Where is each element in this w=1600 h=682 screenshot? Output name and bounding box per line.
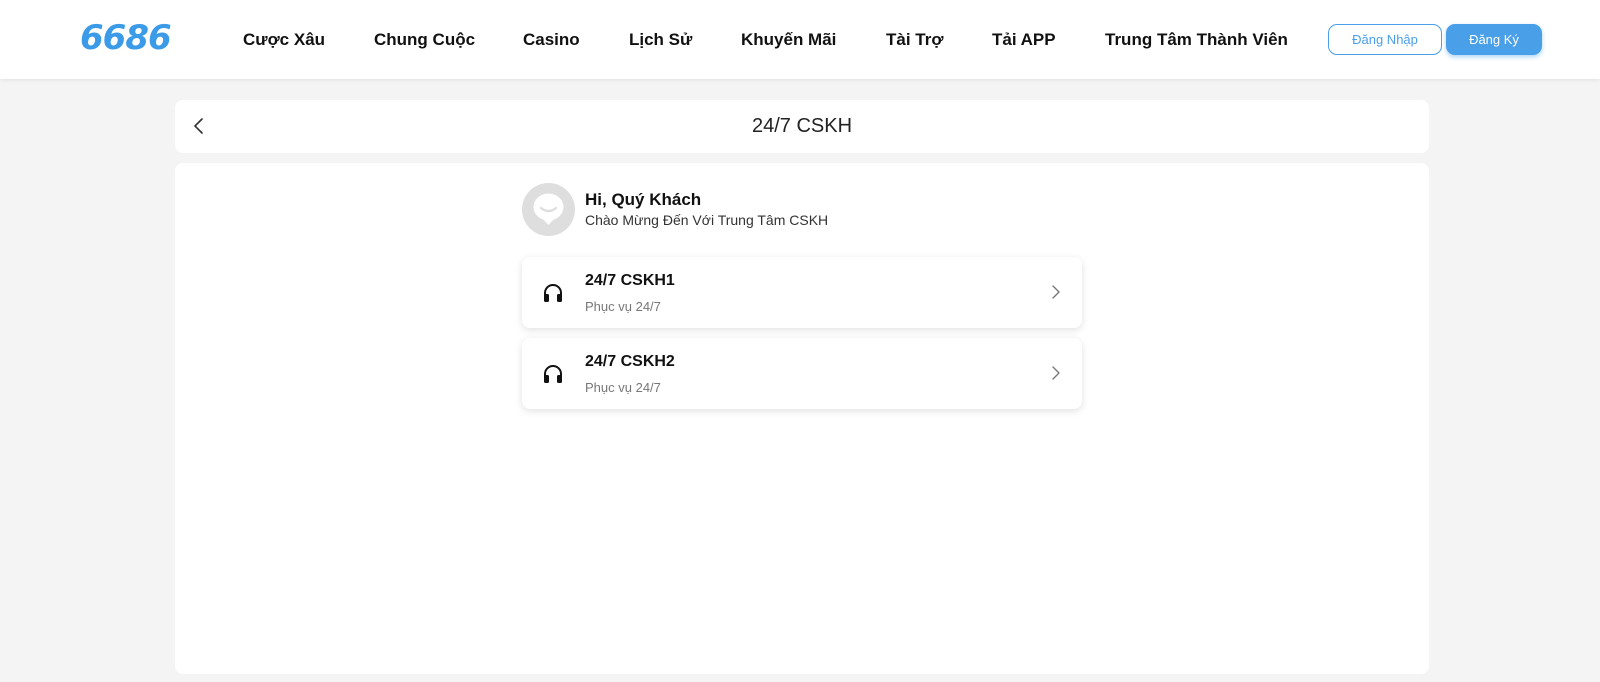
chevron-right-icon [1046,282,1066,302]
greeting-block: Hi, Quý Khách Chào Mừng Đến Với Trung Tâ… [522,183,1082,237]
nav-item-tai-tro[interactable]: Tài Trợ [886,29,943,51]
top-header: 6686 Cược Xâu Chung Cuộc Casino Lịch Sử … [0,0,1600,79]
service-name: 24/7 CSKH2 [585,353,675,370]
support-panel: Hi, Quý Khách Chào Mừng Đến Với Trung Tâ… [175,163,1429,674]
nav-item-khuyen-mai[interactable]: Khuyến Mãi [741,29,836,51]
login-button[interactable]: Đăng Nhập [1328,24,1442,55]
chat-bubble-icon [533,193,564,225]
page-title-bar: 24/7 CSKH [175,100,1429,153]
nav-item-cuoc-xau[interactable]: Cược Xâu [243,29,325,51]
service-name: 24/7 CSKH1 [585,272,675,289]
nav-item-trung-tam-thanh-vien[interactable]: Trung Tâm Thành Viên [1105,29,1288,51]
headset-icon [541,281,565,305]
nav-item-chung-cuoc[interactable]: Chung Cuộc [374,29,475,51]
service-item-cskh1[interactable]: 24/7 CSKH1 Phục vụ 24/7 [522,257,1082,328]
service-subtitle: Phục vụ 24/7 [585,299,661,314]
site-logo[interactable]: 6686 [80,18,172,58]
page-title: 24/7 CSKH [751,115,853,137]
nav-item-tai-app[interactable]: Tải APP [992,29,1056,51]
avatar [522,183,575,236]
greeting-title: Hi, Quý Khách [585,190,702,209]
headset-icon [541,362,565,386]
nav-item-casino[interactable]: Casino [523,29,580,51]
service-item-cskh2[interactable]: 24/7 CSKH2 Phục vụ 24/7 [522,338,1082,409]
greeting-subtitle: Chào Mừng Đến Với Trung Tâm CSKH [585,212,829,228]
chevron-right-icon [1046,363,1066,383]
nav-item-lich-su[interactable]: Lịch Sử [629,29,692,51]
service-subtitle: Phục vụ 24/7 [585,380,661,395]
register-button[interactable]: Đăng Ký [1446,24,1542,55]
